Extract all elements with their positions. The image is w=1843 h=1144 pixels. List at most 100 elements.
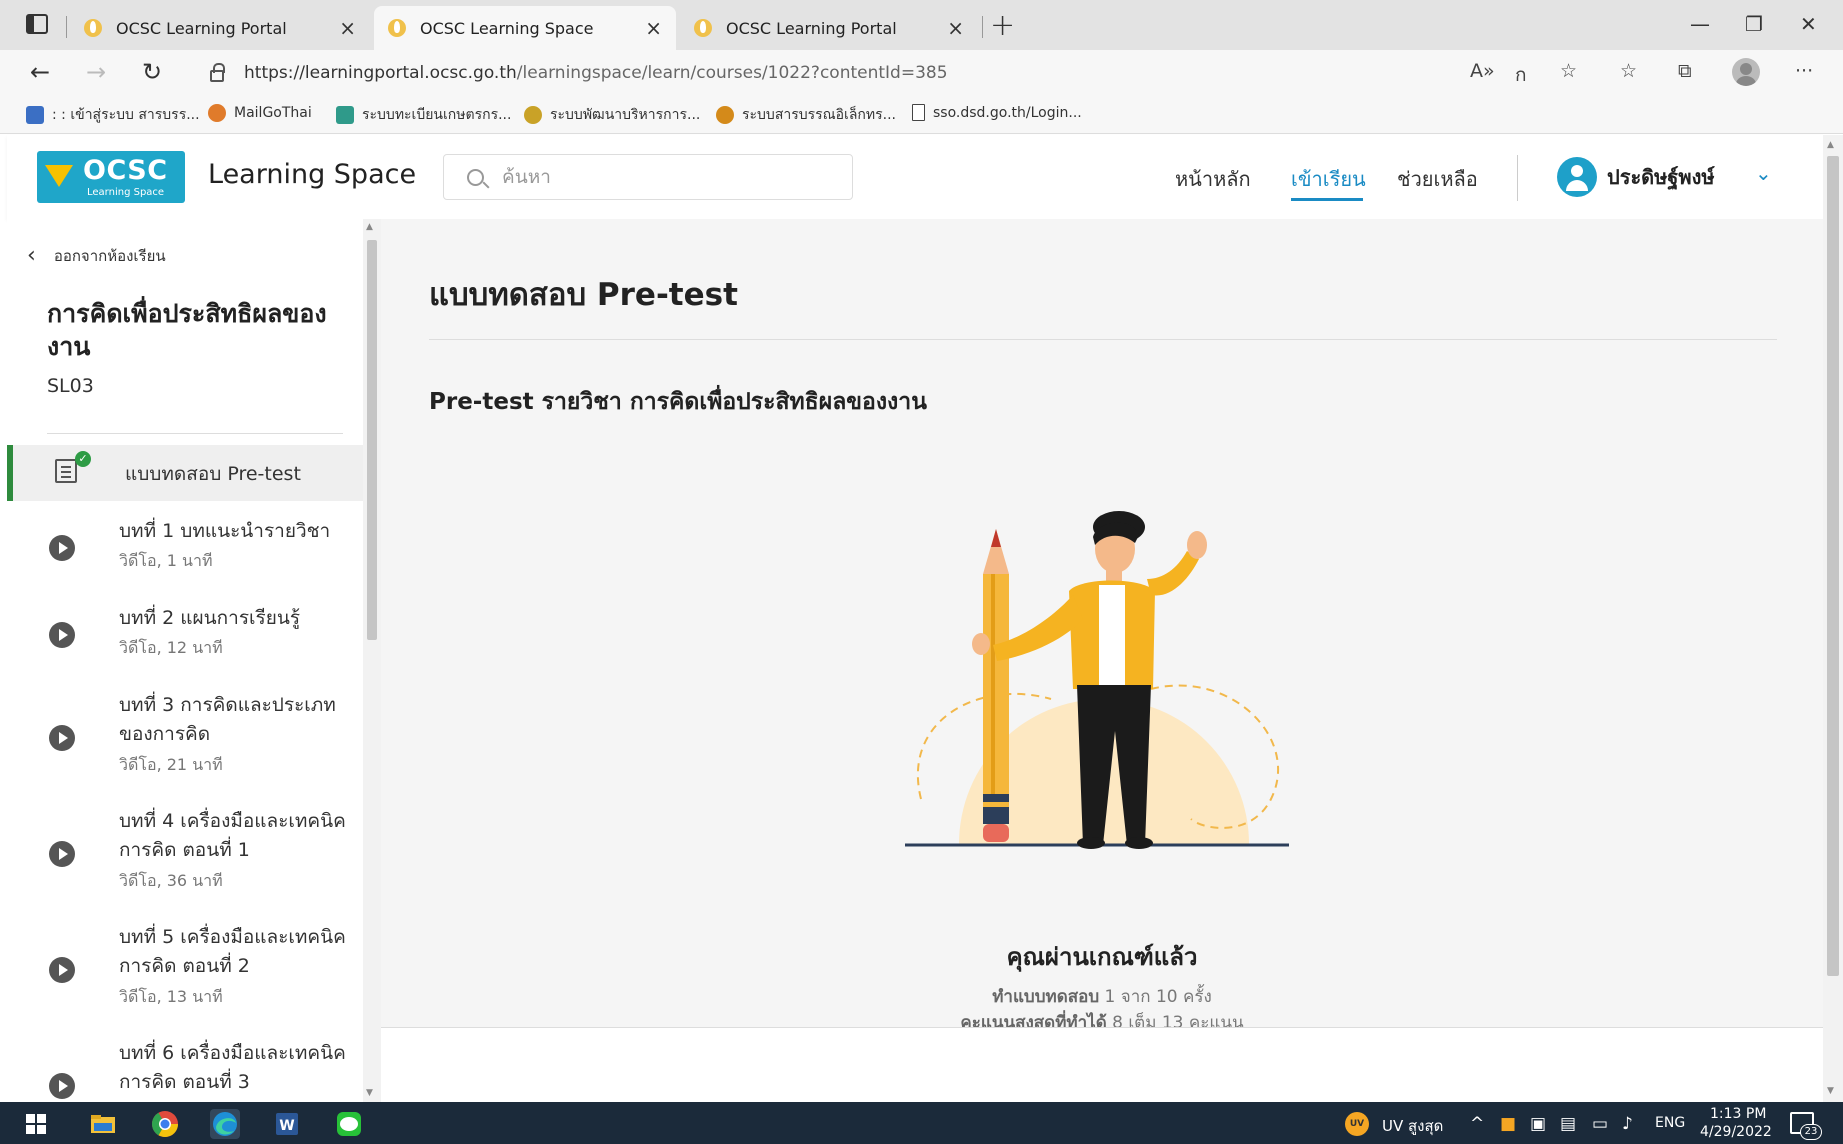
tray-app-icon[interactable]: ■ <box>1500 1114 1516 1134</box>
scroll-up-icon[interactable]: ▲ <box>1827 140 1834 150</box>
play-icon <box>49 1073 75 1099</box>
tab-ocsc-learning-portal-1[interactable]: OCSC Learning Portal × <box>70 6 370 50</box>
attempts-line: ทำแบบทดสอบ 1 จาก 10 ครั้ง <box>381 983 1823 1010</box>
collections-icon[interactable]: ⧉ <box>1678 60 1692 82</box>
word-icon[interactable]: W <box>272 1109 302 1139</box>
sidebar-item-lesson-2[interactable]: บทที่ 2 แผนการเรียนรู้ วิดีโอ, 12 นาที <box>7 604 367 674</box>
main-content: แบบทดสอบ Pre-test Pre-test รายวิชา การคิ… <box>381 219 1823 1027</box>
tab-separator <box>66 16 67 38</box>
bookmark-item[interactable]: ระบบสารบรรณอิเล็กทร... <box>716 104 896 126</box>
file-explorer-icon[interactable] <box>88 1109 118 1139</box>
windows-taskbar: W UV UV สูงสุด ^ ■ ▣ ▤ ▭ ♪ ENG 1:13 PM 4… <box>0 1102 1843 1144</box>
sidebar-scrollbar-thumb[interactable] <box>367 240 377 640</box>
page-title: แบบทดสอบ Pre-test <box>429 277 738 313</box>
add-favorite-icon[interactable]: ☆ <box>1560 60 1577 82</box>
volume-icon[interactable]: ♪ <box>1622 1114 1633 1134</box>
score-value: 8 เต็ม 13 คะแนน <box>1112 1013 1244 1027</box>
close-window-icon[interactable]: ✕ <box>1800 12 1817 36</box>
scroll-down-icon[interactable]: ▼ <box>366 1088 373 1098</box>
refresh-icon[interactable]: ↻ <box>142 58 162 86</box>
close-tab-icon[interactable]: × <box>947 16 964 40</box>
nav-learn[interactable]: เข้าเรียน <box>1291 163 1366 195</box>
windows-start-icon[interactable] <box>26 1114 46 1134</box>
line-icon[interactable] <box>334 1109 364 1139</box>
course-code: SL03 <box>47 375 94 397</box>
language-indicator[interactable]: ENG <box>1655 1115 1685 1131</box>
edge-icon[interactable] <box>210 1109 240 1139</box>
ocsc-favicon-icon <box>388 19 406 37</box>
tab-ocsc-learning-space[interactable]: OCSC Learning Space × <box>374 6 676 50</box>
tab-separator <box>982 16 983 38</box>
new-tab-button[interactable]: + <box>990 8 1015 43</box>
close-tab-icon[interactable]: × <box>339 16 356 40</box>
tab-ocsc-learning-portal-2[interactable]: OCSC Learning Portal × <box>680 6 978 50</box>
url-text: https://learningportal.ocsc.go.th/learni… <box>244 63 948 83</box>
translate-icon[interactable]: ก <box>1515 60 1527 90</box>
minimize-icon[interactable]: — <box>1690 12 1710 36</box>
sidebar-item-lesson-3[interactable]: บทที่ 3 การคิดและประเภทของการคิด วิดีโอ,… <box>7 691 367 791</box>
lesson-title: บทที่ 4 เครื่องมือและเทคนิคการคิด ตอนที่… <box>119 810 346 861</box>
course-sidebar: ‹ ออกจากห้องเรียน การคิดเพื่อประสิทธิผลข… <box>7 219 367 1102</box>
sidebar-item-lesson-5[interactable]: บทที่ 5 เครื่องมือและเทคนิคการคิด ตอนที่… <box>7 923 367 1023</box>
bookmark-item[interactable]: sso.dsd.go.th/Login... <box>912 104 1082 121</box>
bookmark-icon <box>716 106 734 124</box>
tab-actions-icon[interactable] <box>26 14 48 34</box>
read-aloud-icon[interactable]: A» <box>1470 60 1495 82</box>
chevron-down-icon[interactable]: ⌄ <box>1755 161 1772 185</box>
clock-time[interactable]: 1:13 PM <box>1710 1106 1766 1122</box>
tray-device-icon[interactable]: ▣ <box>1530 1114 1546 1134</box>
lock-icon <box>210 63 225 82</box>
bookmark-icon <box>208 104 226 122</box>
lesson-meta: วิดีโอ, 13 นาที <box>119 987 223 1006</box>
browser-profile-icon[interactable] <box>1732 58 1760 86</box>
bookmark-label: ระบบพัฒนาบริหารการ... <box>550 107 701 123</box>
sidebar-item-lesson-6[interactable]: บทที่ 6 เครื่องมือและเทคนิคการคิด ตอนที่… <box>7 1039 367 1102</box>
bookmark-item[interactable]: ระบบพัฒนาบริหารการ... <box>524 104 700 126</box>
clock-date[interactable]: 4/29/2022 <box>1700 1124 1772 1140</box>
nav-home[interactable]: หน้าหลัก <box>1175 163 1251 195</box>
page-icon <box>912 104 925 121</box>
search-box[interactable] <box>443 154 853 200</box>
bookmark-label: ระบบทะเบียนเกษตรกร... <box>362 107 512 123</box>
ocsc-favicon-icon <box>694 19 712 37</box>
search-input[interactable] <box>502 166 822 188</box>
user-avatar-icon[interactable] <box>1557 157 1597 197</box>
lesson-title: บทที่ 5 เครื่องมือและเทคนิคการคิด ตอนที่… <box>119 926 346 977</box>
score-line: คะแนนสูงสุดที่ทำได้ 8 เต็ม 13 คะแนน <box>381 1009 1823 1027</box>
notification-count: 23 <box>1800 1124 1822 1140</box>
chrome-icon[interactable] <box>150 1109 180 1139</box>
forward-arrow-icon[interactable]: → <box>86 58 106 86</box>
page-scrollbar-thumb[interactable] <box>1827 156 1839 976</box>
sidebar-item-lesson-4[interactable]: บทที่ 4 เครื่องมือและเทคนิคการคิด ตอนที่… <box>7 807 367 907</box>
more-menu-icon[interactable]: ··· <box>1795 60 1813 82</box>
restore-icon[interactable]: ❐ <box>1745 12 1763 36</box>
sidebar-item-pretest[interactable]: ✓ แบบทดสอบ Pre-test <box>7 445 367 501</box>
scroll-up-icon[interactable]: ▲ <box>366 222 373 232</box>
bookmark-item[interactable]: : : เข้าสู่ระบบ สารบรร... <box>26 104 200 126</box>
bookmark-label: ระบบสารบรรณอิเล็กทร... <box>742 107 896 123</box>
title-divider <box>429 339 1777 340</box>
play-icon <box>49 535 75 561</box>
url-field[interactable]: https://learningportal.ocsc.go.th/learni… <box>192 56 1462 90</box>
play-icon <box>49 725 75 751</box>
nav-help[interactable]: ช่วยเหลือ <box>1397 163 1478 195</box>
chevron-up-icon[interactable]: ^ <box>1470 1114 1484 1134</box>
close-tab-icon[interactable]: × <box>645 16 662 40</box>
user-name[interactable]: ประดิษฐ์พงษ์ <box>1607 161 1715 193</box>
tray-display-icon[interactable]: ▤ <box>1560 1114 1576 1134</box>
exit-classroom-link[interactable]: ‹ ออกจากห้องเรียน <box>27 243 166 268</box>
scroll-down-icon[interactable]: ▼ <box>1827 1086 1834 1096</box>
uv-weather-icon[interactable]: UV <box>1345 1112 1369 1136</box>
back-arrow-icon[interactable]: ← <box>30 58 50 86</box>
favorites-icon[interactable]: ☆ <box>1620 60 1637 82</box>
network-icon[interactable]: ▭ <box>1592 1114 1608 1134</box>
bookmark-item[interactable]: ระบบทะเบียนเกษตรกร... <box>336 104 511 126</box>
result-title: คุณผ่านเกณฑ์แล้ว <box>1006 943 1198 971</box>
play-icon <box>49 957 75 983</box>
bookmark-icon <box>26 106 44 124</box>
exit-classroom-label: ออกจากห้องเรียน <box>53 246 166 265</box>
ocsc-logo[interactable]: OCSC Learning Space <box>37 151 185 203</box>
sidebar-item-lesson-1[interactable]: บทที่ 1 บทแนะนำรายวิชา วิดีโอ, 1 นาที <box>7 517 367 587</box>
uv-label[interactable]: UV สูงสุด <box>1382 1114 1443 1138</box>
bookmark-item[interactable]: MailGoThai <box>208 104 312 122</box>
